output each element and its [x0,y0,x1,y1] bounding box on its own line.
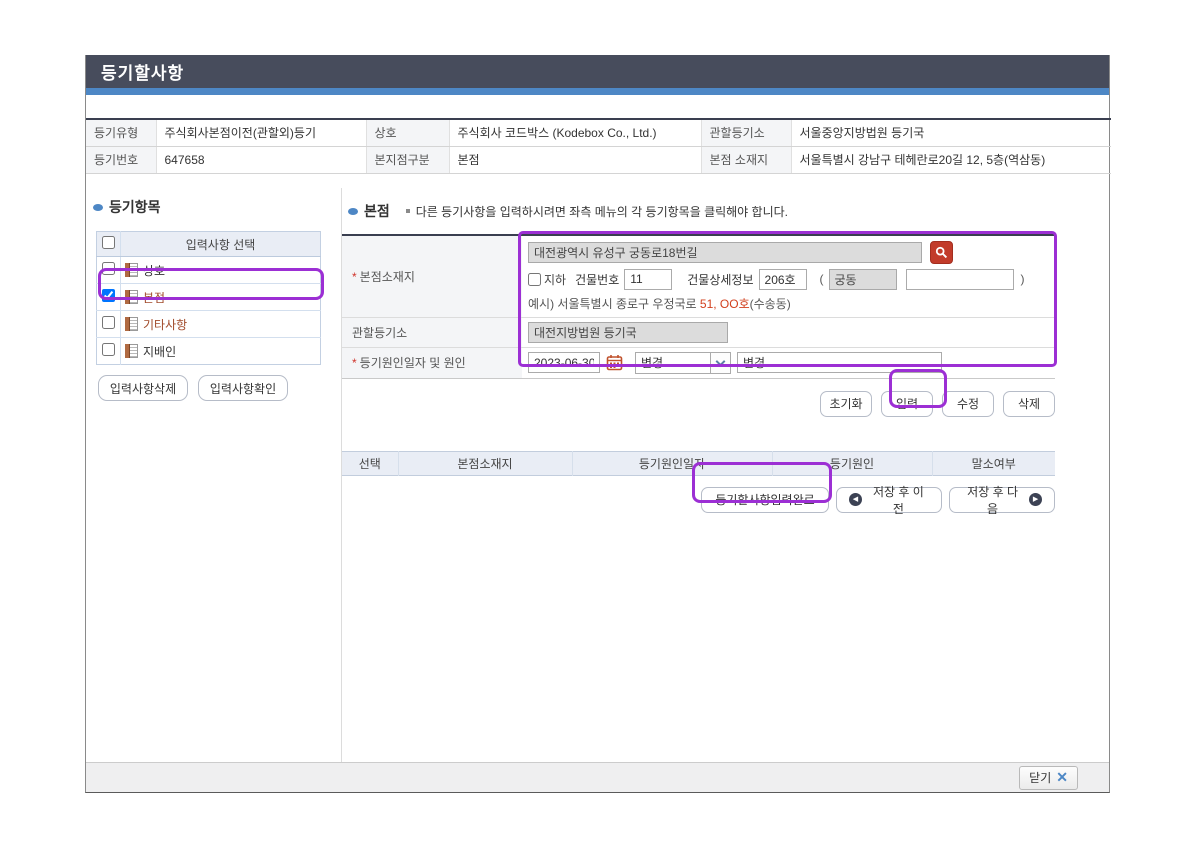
info-label: 상호 [366,119,449,146]
cause-date-input[interactable] [528,352,600,373]
result-table: 선택 본점소재지 등기원인일자 등기원인 말소여부 [342,451,1055,476]
address-input [528,242,922,263]
list-item: 기타사항 [97,311,321,338]
confirm-items-button[interactable]: 입력사항확인 [198,375,288,401]
info-label: 본점 소재지 [701,146,791,173]
column-header: 선택 [342,451,398,475]
page-title: 등기할사항 [101,59,184,84]
sidebar-item-bonjeom[interactable]: 본점 [121,284,321,311]
close-button[interactable]: 닫기 ✕ [1019,766,1078,790]
section-note: 다른 등기사항을 입력하시려면 좌측 메뉴의 각 등기항목을 클릭해야 합니다. [416,203,788,220]
info-value: 주식회사본점이전(관할외)등기 [156,119,366,146]
extra-address-input[interactable] [906,269,1014,290]
info-value: 647658 [156,146,366,173]
delete-items-button[interactable]: 입력사항삭제 [98,375,188,401]
registration-info-table: 등기유형 주식회사본점이전(관할외)등기 상호 주식회사 코드박스 (Kodeb… [86,118,1111,174]
building-detail-label: 건물상세정보 [687,271,753,288]
building-no-label: 건물번호 [575,271,619,288]
section-title: 본점 [364,201,390,221]
registration-items-panel: 등기항목 입력사항 선택 상호 본점 기타사 [86,188,341,788]
titlebar-accent-strip [86,88,1109,95]
list-item: 본점 [97,284,321,311]
table-header-row: 선택 본점소재지 등기원인일자 등기원인 말소여부 [342,451,1055,475]
address-example-text: 예시) 서울특별시 종로구 우정국로 51, OO호(수송동) [528,295,1055,312]
item-checkbox-jibaein[interactable] [102,343,115,356]
address-field-label: *본점소재지 [342,235,522,317]
dialog-titlebar: 등기할사항 [86,55,1109,88]
registration-dialog: 등기할사항 등기유형 주식회사본점이전(관할외)등기 상호 주식회사 코드박스 … [85,55,1110,793]
basement-checkbox-label: 지하 [528,271,566,288]
cause-type-select[interactable]: 변경 [635,352,731,374]
building-no-input[interactable] [624,269,672,290]
item-checkbox-sangho[interactable] [102,262,115,275]
book-icon [125,290,138,304]
item-checkbox-gita[interactable] [102,316,115,329]
list-item: 상호 [97,257,321,284]
registry-office-input [528,322,728,343]
arrow-right-icon: ▶ [1029,493,1042,506]
modify-button[interactable]: 수정 [942,391,994,417]
sidebar-item-sangho[interactable]: 상호 [121,257,321,284]
info-label: 등기유형 [86,119,156,146]
select-header: 입력사항 선택 [121,232,321,257]
book-icon [125,344,138,358]
dialog-footer: 닫기 ✕ [86,762,1109,792]
section-bullet-icon [348,208,358,215]
cause-text-input[interactable] [737,352,942,373]
column-header: 등기원인일자 [572,451,772,475]
reset-button[interactable]: 초기화 [820,391,872,417]
main-form-panel: 본점 다른 등기사항을 입력하시려면 좌측 메뉴의 각 등기항목을 클릭해야 합… [341,188,1111,788]
table-row: 등기유형 주식회사본점이전(관할외)등기 상호 주식회사 코드박스 (Kodeb… [86,119,1111,146]
column-header: 말소여부 [932,451,1055,475]
item-checkbox-bonjeom[interactable] [102,289,115,302]
table-row: 등기번호 647658 본지점구분 본점 본점 소재지 서울특별시 강남구 테헤… [86,146,1111,173]
chevron-down-icon [710,353,730,373]
calendar-icon[interactable] [606,354,623,371]
basement-checkbox[interactable] [528,273,541,286]
arrow-left-icon: ◀ [849,493,862,506]
section-header: 본점 다른 등기사항을 입력하시려면 좌측 메뉴의 각 등기항목을 클릭해야 합… [348,201,1111,221]
column-header: 등기원인 [772,451,932,475]
item-select-table: 입력사항 선택 상호 본점 기타사항 [96,231,321,365]
note-bullet-icon [406,209,410,213]
section-bullet-icon [93,204,103,211]
input-button[interactable]: 입력 [881,391,933,417]
sidebar-item-gitasahang[interactable]: 기타사항 [121,311,321,338]
bonjeom-form-table: *본점소재지 지하 건물번호 건물상세정보 ( [342,234,1055,379]
info-value: 본점 [449,146,701,173]
save-next-button[interactable]: 저장 후 다음 ▶ [949,487,1055,513]
info-label: 등기번호 [86,146,156,173]
registry-field-label: 관할등기소 [342,317,522,347]
panel-title: 등기항목 [93,197,341,217]
dong-input [829,269,897,290]
column-header: 본점소재지 [398,451,572,475]
list-item: 지배인 [97,338,321,365]
building-detail-input[interactable] [759,269,807,290]
cause-field-label: *등기원인일자 및 원인 [342,347,522,378]
save-previous-button[interactable]: ◀ 저장 후 이전 [836,487,942,513]
close-icon: ✕ [1056,769,1068,786]
select-all-checkbox[interactable] [102,236,115,249]
book-icon [125,317,138,331]
info-value: 서울특별시 강남구 테헤란로20길 12, 5층(역삼동) [791,146,1111,173]
delete-button[interactable]: 삭제 [1003,391,1055,417]
search-icon [935,246,948,259]
info-label: 관할등기소 [701,119,791,146]
info-value: 서울중앙지방법원 등기국 [791,119,1111,146]
book-icon [125,263,138,277]
address-search-button[interactable] [930,241,953,264]
complete-entry-button[interactable]: 등기할사항입력완료 [701,487,829,513]
info-value: 주식회사 코드박스 (Kodebox Co., Ltd.) [449,119,701,146]
info-label: 본지점구분 [366,146,449,173]
sidebar-item-jibaein[interactable]: 지배인 [121,338,321,365]
